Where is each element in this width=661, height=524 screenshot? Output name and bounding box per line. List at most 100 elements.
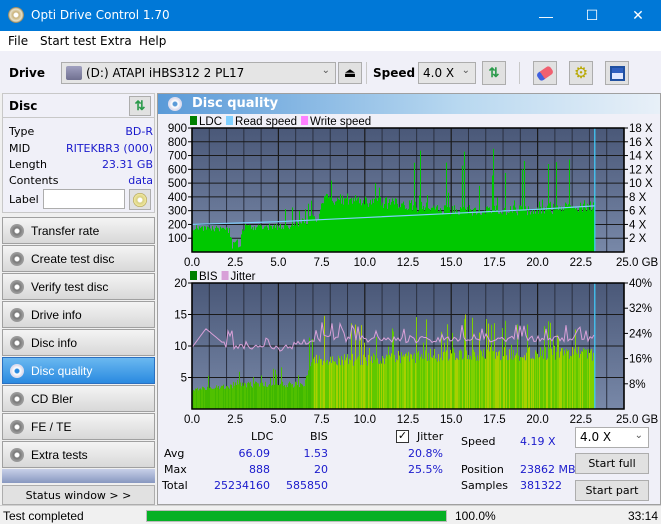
x-tick-label: 5.0	[270, 414, 286, 424]
data-bar	[434, 348, 435, 409]
data-bar	[438, 354, 439, 409]
data-bar	[256, 227, 257, 252]
data-bar	[416, 207, 417, 252]
chevron-down-icon: ⌄	[634, 430, 643, 441]
data-bar	[233, 241, 234, 252]
data-bar	[207, 226, 208, 252]
data-bar	[229, 228, 230, 252]
data-bar	[573, 354, 574, 409]
data-bar	[459, 350, 460, 409]
start-part-button[interactable]: Start part	[575, 480, 649, 501]
data-bar	[264, 226, 265, 252]
data-bar	[590, 350, 591, 409]
nav-create-test-disc[interactable]: Create test disc	[2, 245, 155, 272]
data-bar	[512, 360, 513, 409]
menu-help[interactable]: Help	[139, 34, 166, 48]
total-bis: 585850	[286, 479, 328, 492]
data-bar	[336, 364, 337, 409]
data-bar	[272, 384, 273, 409]
speed-select[interactable]: 4.0 X ⌄	[418, 62, 476, 84]
data-bar	[576, 208, 577, 252]
disc-label-button[interactable]	[129, 189, 151, 210]
nav-extra-tests[interactable]: Extra tests	[2, 441, 155, 468]
data-bar	[340, 365, 341, 409]
menu-bar: File Start test Extra Help	[0, 31, 661, 51]
data-bar	[488, 208, 489, 252]
nav-disc-info[interactable]: Disc info	[2, 329, 155, 356]
refresh-button[interactable]: ⇅	[482, 61, 506, 85]
test-speed-select[interactable]: 4.0 X ⌄	[575, 427, 649, 448]
data-bar	[572, 205, 573, 252]
data-bar	[420, 356, 421, 409]
data-bar	[592, 360, 593, 409]
settings-button[interactable]: ⚙	[569, 61, 593, 85]
disc-row-type: Type BD-R	[9, 125, 153, 138]
data-bar	[498, 351, 499, 409]
data-bar	[429, 360, 430, 409]
data-bar	[480, 349, 481, 409]
data-bar	[511, 211, 512, 252]
nav-transfer-rate[interactable]: Transfer rate	[2, 217, 155, 244]
minimize-button[interactable]: —	[523, 0, 569, 31]
data-bar	[454, 352, 455, 409]
nav-spacer	[2, 469, 155, 483]
disc-label-input[interactable]	[43, 189, 125, 209]
erase-button[interactable]	[533, 61, 557, 85]
data-bar	[196, 388, 197, 409]
disc-value: data	[128, 174, 153, 187]
disc-refresh-button[interactable]: ⇅	[129, 96, 151, 116]
nav-verify-test-disc[interactable]: Verify test disc	[2, 273, 155, 300]
data-bar	[373, 353, 374, 409]
menu-file[interactable]: File	[8, 34, 28, 48]
data-bar	[325, 195, 326, 252]
data-bar	[406, 208, 407, 252]
data-bar	[501, 359, 502, 409]
data-bar	[241, 234, 242, 252]
data-bar	[590, 201, 591, 252]
floppy-save-icon	[609, 65, 625, 81]
data-bar	[496, 205, 497, 252]
data-bar	[493, 148, 494, 252]
data-bar	[332, 356, 333, 409]
nav-disc-quality[interactable]: Disc quality	[2, 357, 155, 384]
y2-tick-label: 8 X	[629, 192, 647, 204]
start-full-button[interactable]: Start full	[575, 453, 649, 474]
menu-extra[interactable]: Extra	[100, 34, 132, 48]
data-bar	[513, 205, 514, 252]
data-bar	[357, 198, 358, 252]
maximize-button[interactable]: ☐	[569, 0, 615, 31]
status-window-button[interactable]: Status window > >	[2, 485, 155, 505]
eject-button[interactable]: ⏏	[338, 62, 362, 84]
data-bar	[314, 356, 315, 409]
data-bar	[310, 366, 311, 409]
data-bar	[327, 359, 328, 409]
data-bar	[423, 205, 424, 252]
jitter-checkbox[interactable]: ✓	[396, 430, 409, 443]
close-button[interactable]: ✕	[615, 0, 661, 31]
data-bar	[202, 226, 203, 252]
data-bar	[561, 348, 562, 409]
data-bar	[514, 200, 515, 252]
nav-cd-bler[interactable]: CD Bler	[2, 385, 155, 412]
data-bar	[310, 215, 311, 252]
data-bar	[259, 225, 260, 252]
data-bar	[526, 210, 527, 252]
data-bar	[344, 198, 345, 252]
nav-fe-te[interactable]: FE / TE	[2, 413, 155, 440]
data-bar	[394, 354, 395, 409]
menu-start-test[interactable]: Start test	[40, 34, 96, 48]
nav-drive-info[interactable]: Drive info	[2, 301, 155, 328]
y-tick-label: 300	[168, 206, 187, 218]
drive-select-value: (D:) ATAPI iHBS312 2 PL17	[86, 66, 245, 80]
save-button[interactable]	[605, 61, 629, 85]
data-bar	[225, 388, 226, 409]
data-bar	[210, 387, 211, 409]
drive-select[interactable]: (D:) ATAPI iHBS312 2 PL17 ⌄	[61, 62, 336, 84]
data-bar	[453, 348, 454, 409]
data-bar	[489, 207, 490, 252]
data-bar	[482, 356, 483, 409]
data-bar	[327, 194, 328, 252]
data-bar	[499, 350, 500, 409]
data-bar	[331, 180, 332, 252]
x-tick-label: 20.0	[526, 414, 548, 424]
